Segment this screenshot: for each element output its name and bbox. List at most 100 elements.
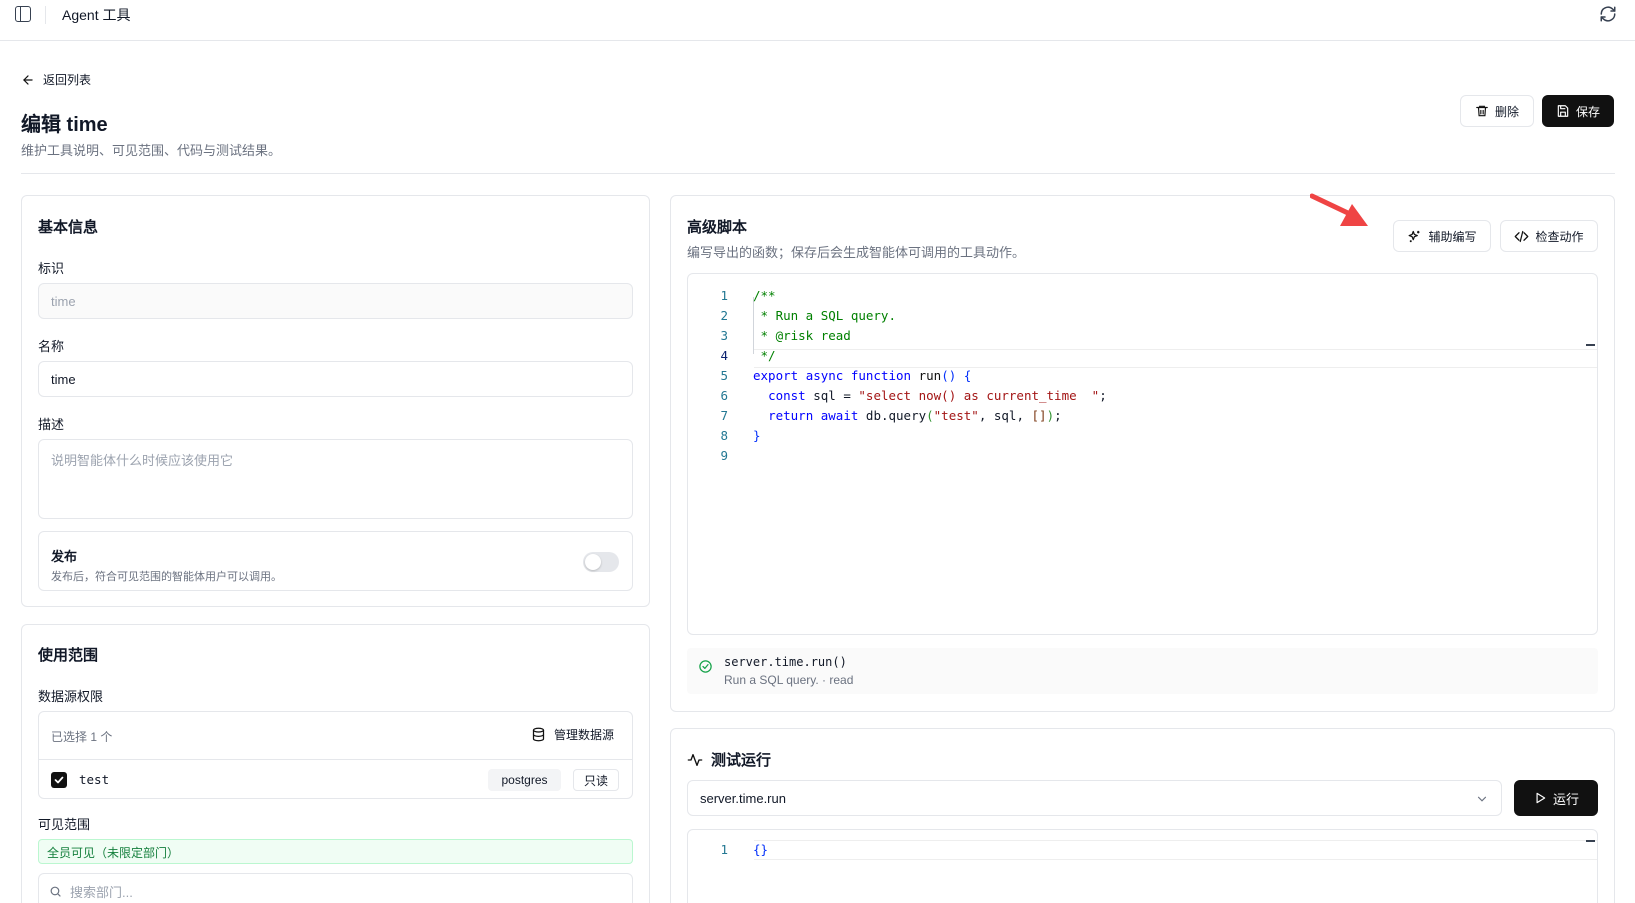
input-line-number: 1 — [720, 842, 728, 857]
name-label: 名称 — [38, 339, 65, 354]
code-line-8: } — [753, 428, 761, 443]
script-title: 高级脚本 — [687, 219, 748, 236]
line-number: 3 — [720, 328, 728, 343]
name-value: time — [51, 371, 76, 387]
check-actions-button[interactable]: 检查动作 — [1500, 220, 1598, 252]
code-line-6: const sql = "select now() as current_tim… — [768, 388, 1107, 403]
save-icon — [1557, 105, 1569, 117]
refresh-icon[interactable] — [1599, 5, 1617, 23]
code-line-2: * Run a SQL query. — [753, 308, 896, 323]
back-label: 返回列表 — [43, 73, 92, 87]
scope-card: 使用范围 数据源权限 已选择 1 个 管理数据源 test postgres 只… — [21, 624, 650, 903]
id-input[interactable]: time — [38, 283, 633, 319]
action-signature: server.time.run() — [724, 655, 847, 669]
publish-row: 发布 发布后，符合可见范围的智能体用户可以调用。 — [38, 531, 633, 591]
activity-icon — [687, 753, 703, 766]
id-label: 标识 — [38, 261, 65, 276]
header-divider — [21, 173, 1615, 174]
basic-info-title: 基本信息 — [38, 219, 99, 236]
sidebar-toggle-icon[interactable] — [15, 6, 31, 22]
test-run-title: 测试运行 — [711, 752, 772, 769]
code-line-1: /** — [753, 288, 776, 303]
test-run-card: 测试运行 server.time.run 运行 1 {} — [670, 728, 1615, 903]
annotation-arrow-icon — [1310, 193, 1368, 226]
action-meta: Run a SQL query. · read — [724, 673, 854, 687]
action-select-value: server.time.run — [700, 790, 786, 806]
chevron-down-icon — [1477, 796, 1487, 802]
divider — [45, 6, 46, 24]
department-search-input[interactable]: 搜索部门... — [38, 873, 633, 903]
check-actions-label: 检查动作 — [1535, 229, 1584, 244]
id-placeholder: time — [51, 293, 76, 309]
play-icon — [1536, 792, 1546, 804]
datasource-row: test postgres 只读 — [39, 760, 632, 800]
manage-datasource-label: 管理数据源 — [553, 728, 614, 742]
publish-toggle[interactable] — [583, 552, 619, 572]
line-number: 1 — [720, 288, 728, 303]
datasource-header: 已选择 1 个 管理数据源 — [39, 712, 632, 760]
description-label: 描述 — [38, 417, 65, 432]
code-icon — [1515, 230, 1529, 242]
page-subtitle: 维护工具说明、可见范围、代码与测试结果。 — [21, 143, 282, 158]
line-number: 8 — [720, 428, 728, 443]
visibility-label: 可见范围 — [38, 817, 91, 832]
publish-label: 发布 — [51, 549, 78, 564]
visibility-status: 全员可见（未限定部门） — [38, 839, 633, 864]
back-link[interactable]: 返回列表 — [21, 71, 91, 88]
assist-write-button[interactable]: 辅助编写 — [1393, 220, 1491, 252]
check-circle-icon — [699, 660, 712, 673]
manage-datasource-button[interactable]: 管理数据源 — [531, 726, 614, 743]
datasource-type-badge: postgres — [488, 769, 561, 791]
description-textarea[interactable]: 说明智能体什么时候应该使用它 — [38, 439, 633, 519]
action-select[interactable]: server.time.run — [687, 780, 1502, 816]
test-input-editor[interactable]: 1 {} — [687, 829, 1598, 903]
app-title: Agent 工具 — [62, 7, 131, 23]
code-line-7: return await db.query("test", sql, []); — [768, 408, 1062, 423]
sparkles-icon — [1409, 230, 1420, 242]
department-search-placeholder: 搜索部门... — [70, 884, 133, 900]
line-number: 5 — [720, 368, 728, 383]
save-button[interactable]: 保存 — [1542, 95, 1614, 127]
scope-title: 使用范围 — [38, 647, 99, 664]
trash-icon — [1476, 105, 1488, 117]
save-label: 保存 — [1575, 104, 1600, 119]
page-title: 编辑 time — [21, 114, 108, 136]
run-button[interactable]: 运行 — [1514, 780, 1598, 816]
arrow-left-icon — [23, 74, 33, 85]
line-number: 9 — [720, 448, 728, 463]
test-run-header: 测试运行 — [687, 749, 771, 770]
datasource-box: 已选择 1 个 管理数据源 test postgres 只读 — [38, 711, 633, 799]
script-subtitle: 编写导出的函数；保存后会生成智能体可调用的工具动作。 — [687, 245, 1026, 260]
delete-label: 删除 — [1494, 104, 1519, 119]
name-input[interactable]: time — [38, 361, 633, 397]
check-icon — [54, 776, 64, 784]
description-placeholder: 说明智能体什么时候应该使用它 — [51, 453, 234, 468]
publish-hint: 发布后，符合可见范围的智能体用户可以调用。 — [51, 571, 282, 583]
code-line-5: export async function run() { — [753, 368, 972, 383]
input-line-highlight — [754, 840, 1597, 860]
line-number: 7 — [720, 408, 728, 423]
code-line-4: */ — [753, 348, 776, 363]
top-bar: Agent 工具 — [0, 0, 1635, 41]
selected-count: 已选择 1 个 — [51, 730, 113, 744]
run-label: 运行 — [1552, 791, 1579, 807]
input-code-line: {} — [753, 842, 769, 857]
datasource-label: 数据源权限 — [38, 689, 104, 704]
line-number: 2 — [720, 308, 728, 323]
assist-write-label: 辅助编写 — [1428, 229, 1477, 244]
action-result: server.time.run() Run a SQL query. · rea… — [687, 648, 1598, 694]
basic-info-card: 基本信息 标识 time 名称 time 描述 说明智能体什么时候应该使用它 发… — [21, 195, 650, 607]
search-icon — [50, 886, 61, 897]
delete-button[interactable]: 删除 — [1460, 95, 1534, 127]
input-minimap-marker — [1586, 840, 1595, 842]
database-icon — [532, 727, 545, 742]
line-number: 4 — [720, 348, 728, 363]
minimap-marker — [1586, 344, 1595, 346]
datasource-name: test — [79, 772, 110, 787]
datasource-mode-button[interactable]: 只读 — [573, 769, 619, 791]
code-line-3: * @risk read — [753, 328, 851, 343]
line-number: 6 — [720, 388, 728, 403]
script-code-editor[interactable]: 1 2 3 4 5 6 7 8 9 /** * Run a SQL query. * @risk… — [687, 273, 1598, 635]
script-card: 高级脚本 编写导出的函数；保存后会生成智能体可调用的工具动作。 辅助编写 检查动… — [670, 195, 1615, 712]
datasource-checkbox[interactable] — [51, 772, 67, 788]
